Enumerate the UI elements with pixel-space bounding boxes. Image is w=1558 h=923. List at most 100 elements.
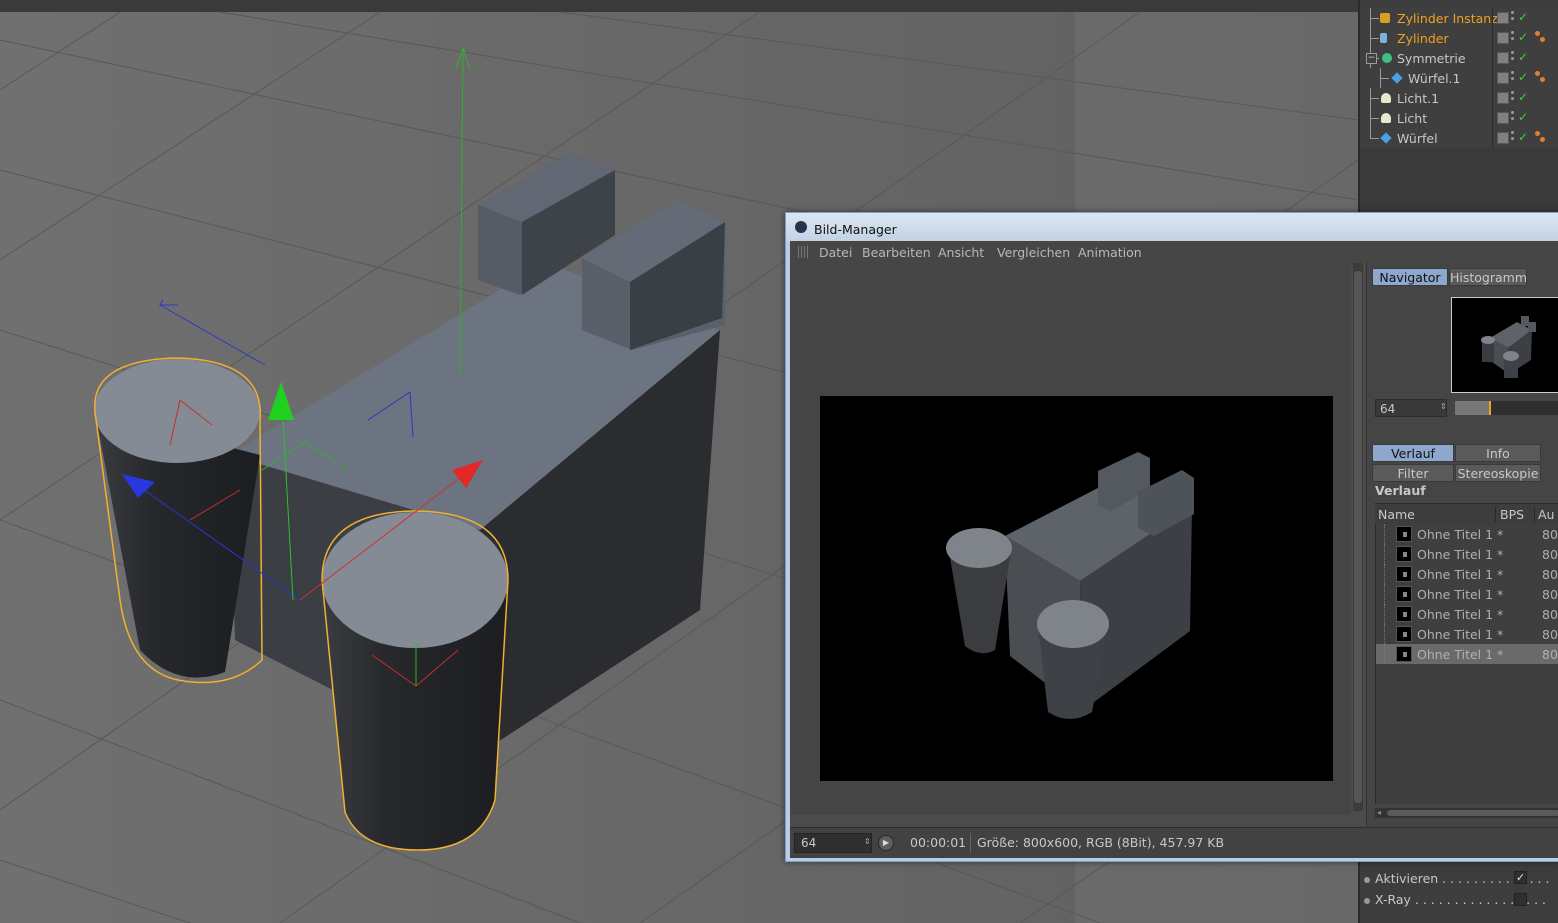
grip-icon[interactable] [798,246,810,258]
navigator-preview[interactable] [1451,297,1558,393]
zoom-slider[interactable] [1455,401,1558,415]
enabled-check-icon[interactable]: ✓ [1518,130,1528,144]
scroll-left-icon[interactable]: ◂ [1377,808,1381,817]
aktivieren-checkbox[interactable]: ✓ [1514,871,1527,884]
thumbnail-icon [1396,586,1412,602]
object-name: Licht [1397,111,1428,126]
frame-field[interactable]: 64 [794,833,872,853]
instance-icon [1380,13,1390,23]
visibility-dots-icon[interactable] [1511,51,1515,63]
history-list-header: Name BPS Au [1375,503,1558,525]
stepper-arrows-icon[interactable]: ⇕ [864,837,871,846]
list-item[interactable]: Ohne Titel 1 * 80 [1376,624,1558,644]
tab-filter[interactable]: Filter [1372,464,1454,482]
enabled-check-icon[interactable]: ✓ [1518,70,1528,84]
thumbnail-icon [1396,626,1412,642]
object-name: Zylinder Instanz [1397,11,1498,26]
thumbnail-icon [1396,526,1412,542]
image-info: Größe: 800x600, RGB (8Bit), 457.97 KB [977,835,1225,850]
object-name: Würfel.1 [1408,71,1461,86]
cinema4d-logo-icon [795,221,807,233]
thumbnail-icon [1396,566,1412,582]
section-title: Verlauf [1375,483,1426,498]
tab-info[interactable]: Info [1455,444,1541,462]
layer-edit-icon[interactable] [1497,112,1509,124]
layer-edit-icon[interactable] [1497,72,1509,84]
object-row-zylinder-instanz[interactable]: Zylinder Instanz ✓ [1360,8,1558,28]
enabled-check-icon[interactable]: ✓ [1518,10,1528,24]
material-tag-icon[interactable] [1535,131,1545,143]
side-panel: Navigator Histogramm 64 ⇕ Verlauf Info F… [1366,263,1558,827]
layer-edit-icon[interactable] [1497,32,1509,44]
column-au[interactable]: Au [1534,507,1554,522]
object-row-wuerfel[interactable]: Würfel ✓ [1360,128,1558,148]
material-tag-icon[interactable] [1535,31,1545,43]
menu-animation[interactable]: Animation [1078,245,1142,260]
status-bar: 64 ⇕ ▶ 00:00:01 Größe: 800x600, RGB (8Bi… [790,827,1558,858]
object-row-licht-1[interactable]: Licht.1 ✓ [1360,88,1558,108]
column-name[interactable]: Name [1378,507,1415,522]
enabled-check-icon[interactable]: ✓ [1518,50,1528,64]
visibility-dots-icon[interactable] [1511,131,1515,143]
window-title: Bild-Manager [814,222,897,237]
enabled-check-icon[interactable]: ✓ [1518,30,1528,44]
list-item-selected[interactable]: Ohne Titel 1 * 80 [1376,644,1558,664]
light-icon [1381,113,1391,123]
light-icon [1381,93,1391,103]
menu-vergleichen[interactable]: Vergleichen [997,245,1070,260]
object-name: Licht.1 [1397,91,1440,106]
column-bps[interactable]: BPS [1495,507,1524,522]
tab-histogramm[interactable]: Histogramm [1449,268,1527,286]
visibility-dots-icon[interactable] [1511,111,1515,123]
cylinder-icon [1380,33,1387,43]
play-button[interactable]: ▶ [878,835,894,851]
cube-icon [1380,132,1392,144]
object-row-wuerfel-1[interactable]: Würfel.1 ✓ [1360,68,1558,88]
visibility-dots-icon[interactable] [1511,71,1515,83]
object-row-symmetrie[interactable]: − Symmetrie ✓ [1360,48,1558,68]
tab-verlauf[interactable]: Verlauf [1372,444,1454,462]
menu-bar: Datei Bearbeiten Ansicht Vergleichen Ani… [790,241,1558,263]
layer-edit-icon[interactable] [1497,92,1509,104]
list-item[interactable]: Ohne Titel 1 * 80 [1376,584,1558,604]
stepper-arrows-icon[interactable]: ⇕ [1440,402,1447,411]
tab-navigator[interactable]: Navigator [1372,268,1448,286]
cube-icon [1391,72,1403,84]
collapse-toggle-icon[interactable]: − [1366,53,1377,64]
tab-stereoskopie[interactable]: Stereoskopie [1455,464,1541,482]
object-name: Würfel [1397,131,1438,146]
layer-edit-icon[interactable] [1497,132,1509,144]
list-item[interactable]: Ohne Titel 1 * 80 [1376,544,1558,564]
keyframe-dot-icon[interactable] [1364,877,1370,883]
thumbnail-icon [1396,646,1412,662]
enabled-check-icon[interactable]: ✓ [1518,90,1528,104]
menu-ansicht[interactable]: Ansicht [938,245,984,260]
visibility-dots-icon[interactable] [1511,31,1515,43]
object-row-licht[interactable]: Licht ✓ [1360,108,1558,128]
visibility-dots-icon[interactable] [1511,11,1515,23]
list-item[interactable]: Ohne Titel 1 * 80 [1376,604,1558,624]
xray-checkbox[interactable] [1514,893,1527,906]
thumbnail-icon [1396,546,1412,562]
picture-viewer-window[interactable]: Bild-Manager Datei Bearbeiten Ansicht Ve… [785,212,1558,862]
keyframe-dot-icon[interactable] [1364,898,1370,904]
list-item[interactable]: Ohne Titel 1 * 80 [1376,564,1558,584]
object-row-zylinder[interactable]: Zylinder ✓ [1360,28,1558,48]
window-titlebar[interactable]: Bild-Manager [786,213,1558,241]
image-canvas[interactable] [790,263,1351,815]
menu-datei[interactable]: Datei [819,245,852,260]
visibility-dots-icon[interactable] [1511,91,1515,103]
history-list[interactable]: Ohne Titel 1 * 80 Ohne Titel 1 * 80 Ohne T… [1375,524,1558,804]
menu-bearbeiten[interactable]: Bearbeiten [862,245,931,260]
material-tag-icon[interactable] [1535,71,1545,83]
history-horizontal-scrollbar[interactable]: ◂ [1375,808,1558,818]
object-list-empty-area[interactable] [1360,148,1558,212]
image-vertical-scrollbar[interactable] [1353,263,1363,811]
symmetry-icon [1382,53,1392,63]
layer-edit-icon[interactable] [1497,12,1509,24]
list-item[interactable]: Ohne Titel 1 * 80 [1376,524,1558,544]
zoom-input[interactable]: 64 [1375,399,1447,417]
enabled-check-icon[interactable]: ✓ [1518,110,1528,124]
thumbnail-icon [1396,606,1412,622]
layer-edit-icon[interactable] [1497,52,1509,64]
